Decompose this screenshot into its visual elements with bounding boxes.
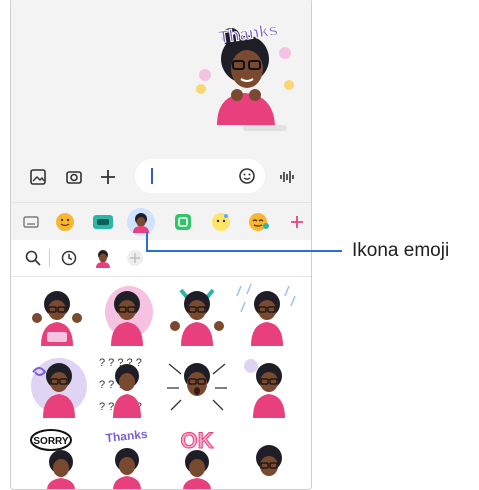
callout-connector <box>146 232 148 252</box>
thanks-sticker-text: Thanks <box>217 20 279 47</box>
ar-emoji-tab[interactable] <box>127 208 155 236</box>
plus-icon[interactable] <box>98 167 118 187</box>
keyboard-tab[interactable] <box>17 208 45 236</box>
sticker-thanks-text: Thanks <box>105 427 149 445</box>
sticker-smile[interactable] <box>235 426 299 490</box>
sticker-ok-text: OK <box>181 428 214 453</box>
sub-tab-divider <box>49 249 50 267</box>
voice-icon[interactable] <box>277 167 297 187</box>
sticker-party-arms[interactable] <box>165 282 229 346</box>
callout-line <box>146 250 342 252</box>
camera-icon[interactable] <box>64 167 84 187</box>
emoji-tab-strip <box>11 202 311 241</box>
emoji-tab[interactable] <box>51 208 79 236</box>
callout-label: Ikona emoji <box>352 240 450 261</box>
gif-tab[interactable] <box>169 208 197 236</box>
sticker-2-tab[interactable] <box>207 208 235 236</box>
sticker-celebrate[interactable] <box>235 354 299 418</box>
gallery-icon[interactable] <box>28 167 48 187</box>
sticker-sorry[interactable]: SORRY <box>25 426 89 490</box>
sticker-pack-tab[interactable] <box>89 208 117 236</box>
message-input-bar <box>11 157 311 197</box>
chat-area: Thanks <box>11 0 311 149</box>
sticker-sub-tabs <box>11 240 311 277</box>
recent-clock-icon[interactable] <box>59 248 79 268</box>
sticker-panel: ? ? ? ? ? ? ? ? ? ? ? ? ? <box>11 240 311 490</box>
sticker-question-marks[interactable]: ? ? ? ? ? ? ? ? ? ? ? ? ? <box>95 354 159 418</box>
sticker-cake-wave[interactable] <box>25 282 89 346</box>
thanks-sticker[interactable]: Thanks <box>189 13 301 125</box>
sticker-rain-sad[interactable] <box>235 282 299 346</box>
search-icon[interactable] <box>23 248 43 268</box>
add-avatar-icon[interactable] <box>125 248 145 268</box>
sticker-thanks[interactable]: Thanks <box>95 426 159 490</box>
ar-emoji-avatar-icon[interactable] <box>93 248 113 268</box>
sticker-kiss-heart[interactable] <box>95 282 159 346</box>
sticker-sorry-text: SORRY <box>33 436 69 447</box>
emoji-icon[interactable] <box>237 166 257 186</box>
message-timestamp <box>243 125 287 131</box>
text-caret <box>151 168 153 184</box>
phone-screen: Thanks ? ? ? ? ? ? ? ? ? ? SORRY Thanks … <box>10 0 312 490</box>
sticker-dizzy[interactable] <box>25 354 89 418</box>
face-sticker-tab[interactable] <box>245 208 273 236</box>
add-tab-icon[interactable] <box>283 208 311 236</box>
message-input-field[interactable] <box>135 159 265 193</box>
sticker-shock[interactable] <box>165 354 229 418</box>
sticker-ok[interactable]: OK <box>165 426 229 490</box>
